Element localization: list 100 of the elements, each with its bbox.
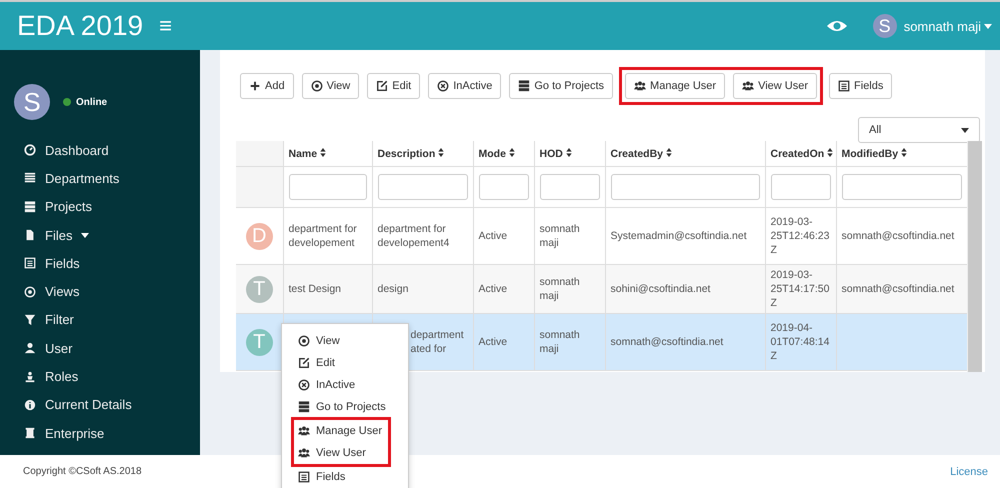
gauge-icon <box>24 144 36 156</box>
filter-field[interactable] <box>288 174 366 200</box>
file-icon <box>24 229 36 242</box>
edit-icon <box>298 357 310 369</box>
filter-icon <box>24 314 36 326</box>
column-icon <box>24 427 36 440</box>
copyright-text: Copyright ©CSoft AS.2018 <box>23 466 142 477</box>
table-cell: department for developement <box>288 223 357 249</box>
table-cell: somnath maji <box>540 276 580 302</box>
table-cell: Active <box>478 283 508 295</box>
table-cell: somnath maji <box>540 329 580 355</box>
table-cell: department ated for <box>410 329 464 355</box>
menu-item[interactable]: Go to Projects <box>282 396 408 418</box>
toolbar-button[interactable]: Manage User <box>625 73 726 99</box>
users-icon <box>742 80 754 92</box>
scrollbar[interactable] <box>967 141 982 372</box>
filter-field[interactable] <box>770 174 830 200</box>
sort-icon <box>438 148 444 156</box>
table-cell: 2019-04-01T07:48:14Z <box>770 322 830 362</box>
sort-icon <box>666 148 672 156</box>
sidebar-item[interactable]: Filter <box>0 306 200 334</box>
list-icon <box>24 172 36 184</box>
filter-field[interactable] <box>842 174 962 200</box>
online-dot <box>63 98 71 106</box>
stack-icon <box>518 80 530 92</box>
users-icon <box>298 425 310 437</box>
sidebar-item[interactable]: Dashboard <box>0 136 200 164</box>
filter-field[interactable] <box>610 174 760 200</box>
user-avatar: S <box>872 14 897 38</box>
toolbar-button[interactable]: View <box>302 73 360 99</box>
sort-icon <box>566 148 572 156</box>
filter-field[interactable] <box>478 174 528 200</box>
row-avatar: T <box>246 276 273 302</box>
row-avatar: T <box>246 328 273 356</box>
cancel-icon <box>437 80 450 92</box>
table-cell: somnath maji <box>540 223 580 249</box>
sidebar-item[interactable]: User <box>0 334 200 362</box>
menu-item[interactable]: View <box>282 330 408 352</box>
table-cell: department for developement4 <box>378 223 450 249</box>
table-cell: design <box>378 283 408 295</box>
table-cell: 2019-03-25T14:17:50Z <box>770 269 830 309</box>
table-cell: somnath@csoftindia.net <box>842 283 954 295</box>
table-cell: 2019-03-25T12:46:23Z <box>770 216 830 256</box>
toolbar-button[interactable]: Add <box>240 73 294 99</box>
cancel-icon <box>298 379 310 391</box>
sidebar-item[interactable]: Files <box>0 220 200 250</box>
toolbar-button[interactable]: Edit <box>367 73 420 99</box>
filter-field[interactable] <box>540 174 600 200</box>
license-link[interactable]: License <box>950 466 988 478</box>
caret-icon <box>961 128 969 132</box>
profile-avatar: S <box>14 84 50 120</box>
table-cell: Active <box>478 230 508 242</box>
sort-icon <box>508 148 515 156</box>
menu-item[interactable]: View User <box>294 442 388 464</box>
table-cell: sohini@csoftindia.net <box>610 283 710 295</box>
menu-item[interactable]: Fields <box>282 466 408 488</box>
sidebar-item[interactable]: Roles <box>0 362 200 391</box>
eye-icon[interactable] <box>826 20 847 32</box>
toolbar-button[interactable]: View User <box>733 73 818 99</box>
sidebar-item[interactable]: Fields <box>0 249 200 278</box>
user-icon <box>24 342 36 354</box>
menu-item[interactable]: InActive <box>282 374 408 396</box>
caret-icon <box>81 232 90 238</box>
menu-item[interactable]: Edit <box>282 352 408 374</box>
target-icon <box>24 286 36 298</box>
list-box-icon <box>24 257 36 270</box>
edit-icon <box>376 80 388 92</box>
filter-field[interactable] <box>378 174 468 200</box>
sidebar-item[interactable]: Current Details <box>0 390 200 419</box>
list-box-icon <box>838 80 850 92</box>
table-cell: test Design <box>288 283 342 295</box>
stack-icon <box>24 200 36 213</box>
row-avatar: D <box>246 222 273 250</box>
table-cell: somnath@csoftindia.net <box>610 336 724 348</box>
users-icon <box>634 80 646 92</box>
filter-select[interactable]: All <box>858 117 980 143</box>
chess-piece-icon <box>24 370 36 383</box>
menu-item[interactable]: Manage User <box>294 420 388 442</box>
sidebar-item[interactable]: Departments <box>0 164 200 193</box>
toolbar-button[interactable]: Go to Projects <box>509 73 614 99</box>
toolbar-button[interactable]: InActive <box>428 73 502 99</box>
sidebar-item[interactable]: Projects <box>0 192 200 221</box>
app-title: EDA 2019 <box>17 10 144 42</box>
stack-icon <box>298 401 310 413</box>
sidebar-item[interactable]: Enterprise <box>0 418 200 448</box>
toolbar-button[interactable]: Fields <box>829 73 892 99</box>
sort-icon <box>901 148 907 156</box>
plus-icon <box>249 80 261 92</box>
status-text: Online <box>76 96 108 108</box>
users-icon <box>298 447 310 459</box>
list-box-icon <box>298 471 310 483</box>
sort-icon <box>827 148 834 156</box>
info-icon <box>24 398 36 411</box>
table-cell: somnath@csoftindia.net <box>842 230 954 242</box>
caret-icon <box>984 24 992 28</box>
target-icon <box>310 80 323 92</box>
sort-icon <box>320 148 326 156</box>
target-icon <box>298 335 310 347</box>
sidebar-item[interactable]: Views <box>0 277 200 306</box>
table-cell: Systemadmin@csoftindia.net <box>610 230 747 242</box>
